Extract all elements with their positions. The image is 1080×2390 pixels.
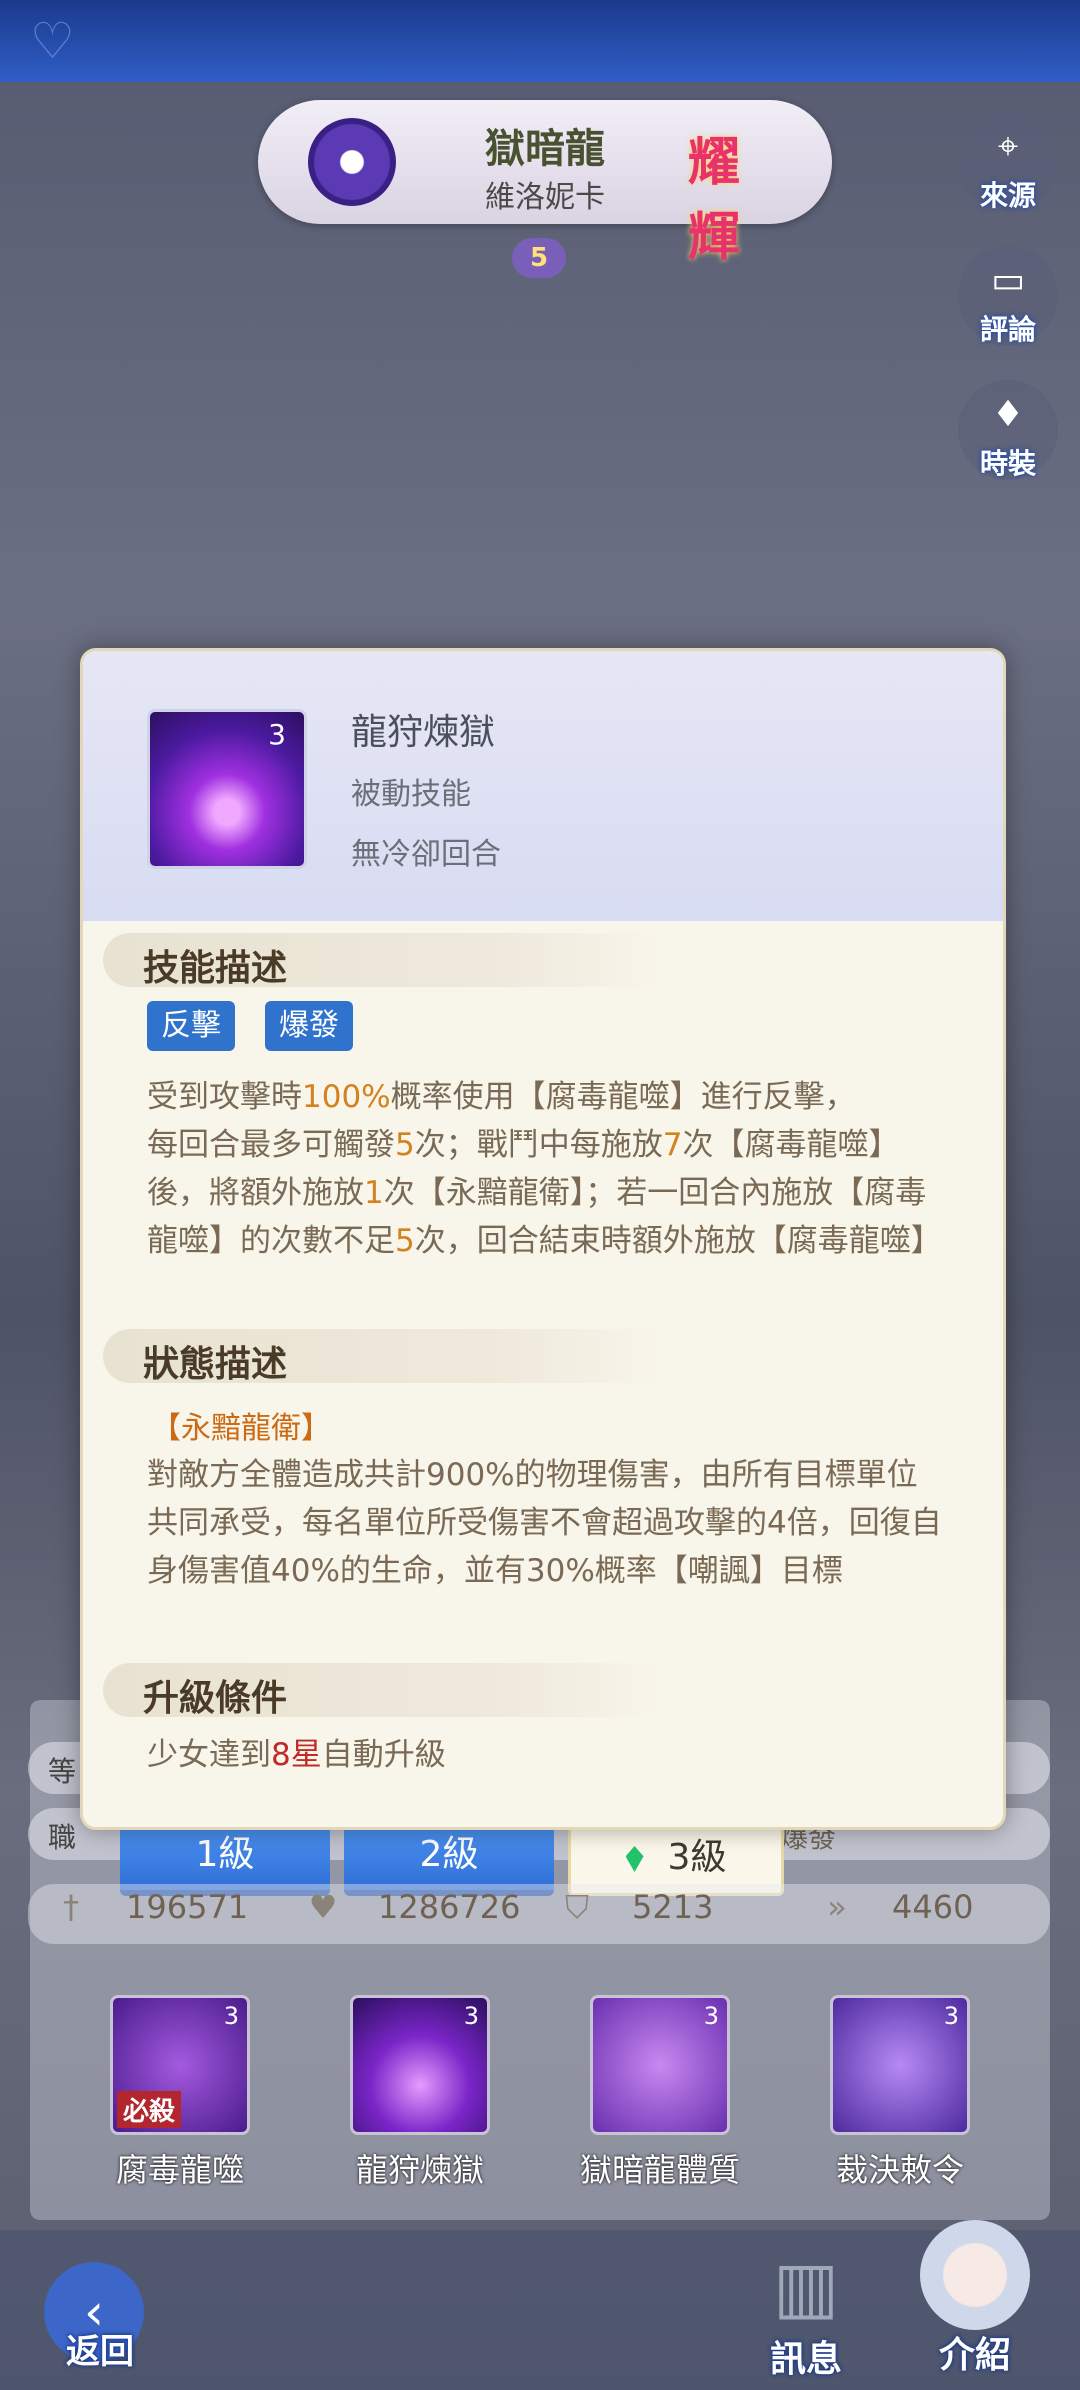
skill-level: 3 <box>703 2002 719 2030</box>
skill-description: 受到攻擊時100%概率使用【腐毒龍噬】進行反擊， 每回合最多可觸發5次；戰鬥中每… <box>147 1079 942 1259</box>
upgrade-condition: 少女達到8星自動升級 <box>147 1737 446 1773</box>
tag-counter: 反擊 <box>147 1001 235 1051</box>
info-label: 訊息 <box>769 2339 842 2380</box>
status-name: 【永黯龍衛】 <box>151 1411 331 1446</box>
character-portrait-icon <box>920 2220 1030 2330</box>
skill-name: 龍狩煉獄 <box>355 2151 484 2189</box>
source-button[interactable]: ⌖ 來源 <box>958 112 1058 212</box>
skill-type: 被動技能 <box>351 777 471 812</box>
level-tab-label: 3級 <box>667 1837 727 1878</box>
stat-value: 5213 <box>632 1888 714 1926</box>
book-icon: ▥ <box>772 2246 840 2328</box>
attack-icon: † <box>63 1888 79 1926</box>
source-label: 來源 <box>979 179 1036 212</box>
skill-icon: 3 必殺 <box>110 1995 250 2135</box>
skill-icon: 3 <box>350 1995 490 2135</box>
tag-burst: 爆發 <box>265 1001 353 1051</box>
section-title: 狀態描述 <box>143 1344 288 1385</box>
skill-icon: 3 <box>590 1995 730 2135</box>
heart-decoration-icon: ♡ <box>30 12 75 70</box>
skill-level: 3 <box>268 718 286 751</box>
star-level-badge: 5 <box>512 238 566 278</box>
skill-level: 3 <box>223 2002 239 2030</box>
speed-icon: » <box>827 1888 847 1926</box>
stat-speed: » 4460 <box>822 1888 973 1926</box>
section-upgrade: 升級條件 <box>103 1663 663 1719</box>
location-pin-icon: ⌖ <box>997 126 1019 167</box>
skill-slot-1[interactable]: 3 必殺 腐毒龍噬 <box>110 1995 250 2191</box>
top-bar: ♡ <box>0 0 1080 82</box>
section-status-desc: 狀態描述 <box>103 1329 663 1385</box>
stat-value: 1286726 <box>378 1888 521 1926</box>
costume-icon: ♦ <box>991 394 1025 435</box>
chat-bubble-icon: ▭ <box>990 260 1025 301</box>
shield-icon: ⛉ <box>564 1888 589 1926</box>
ultimate-tag: 必殺 <box>117 2091 182 2128</box>
row-label: 職 <box>48 1821 77 1854</box>
stat-hp: ♥ 1286726 <box>308 1888 521 1926</box>
skill-name: 獄暗龍體質 <box>579 2151 740 2189</box>
character-title-plate: 獄暗龍 維洛妮卡 耀輝 <box>258 100 832 268</box>
costume-label: 時裝 <box>979 447 1036 480</box>
skill-slot-4[interactable]: 3 裁決敕令 <box>830 1995 970 2191</box>
gem-icon <box>625 1846 644 1872</box>
section-title: 升級條件 <box>143 1678 288 1719</box>
skill-level: 3 <box>943 2002 959 2030</box>
skill-name: 龍狩煉獄 <box>351 712 496 753</box>
skill-cooldown: 無冷卻回合 <box>351 837 501 872</box>
stat-value: 196571 <box>126 1888 249 1926</box>
intro-button[interactable]: 介紹 <box>900 2220 1050 2380</box>
skill-slot-2[interactable]: 3 龍狩煉獄 <box>350 1995 490 2191</box>
heart-icon: ♥ <box>308 1888 338 1926</box>
row-label: 等 <box>48 1755 77 1788</box>
info-button[interactable]: ▥ 訊息 <box>746 2246 866 2386</box>
skill-detail-dialog: 3 龍狩煉獄 被動技能 無冷卻回合 技能描述 反擊 爆發 受到攻擊時100%概率… <box>80 648 1006 1830</box>
skill-icon: 3 <box>147 709 307 869</box>
status-description: 對敵方全體造成共計900%的物理傷害，由所有目標單位共同承受，每名單位所受傷害不… <box>147 1457 942 1589</box>
skill-level: 3 <box>463 2002 479 2030</box>
review-label: 評論 <box>979 313 1036 346</box>
skill-name: 裁決敕令 <box>835 2151 964 2189</box>
skill-icon: 3 <box>830 1995 970 2135</box>
back-label: 返回 <box>66 2332 134 2372</box>
intro-label: 介紹 <box>938 2335 1011 2376</box>
costume-button[interactable]: ♦ 時裝 <box>958 380 1058 480</box>
dialog-header: 3 龍狩煉獄 被動技能 無冷卻回合 <box>83 651 1003 921</box>
section-title: 技能描述 <box>143 948 288 989</box>
skill-name: 腐毒龍噬 <box>115 2151 244 2189</box>
section-skill-desc: 技能描述 <box>103 933 663 989</box>
stat-attack: † 196571 <box>56 1888 248 1926</box>
stat-defense: ⛉ 5213 <box>562 1888 713 1927</box>
stat-value: 4460 <box>892 1888 974 1926</box>
rank-badge: 耀輝 <box>688 133 741 268</box>
back-button[interactable]: ‹ 返回 <box>18 2262 158 2372</box>
skill-slot-3[interactable]: 3 獄暗龍體質 <box>580 1995 740 2191</box>
review-button[interactable]: ▭ 評論 <box>958 246 1058 346</box>
